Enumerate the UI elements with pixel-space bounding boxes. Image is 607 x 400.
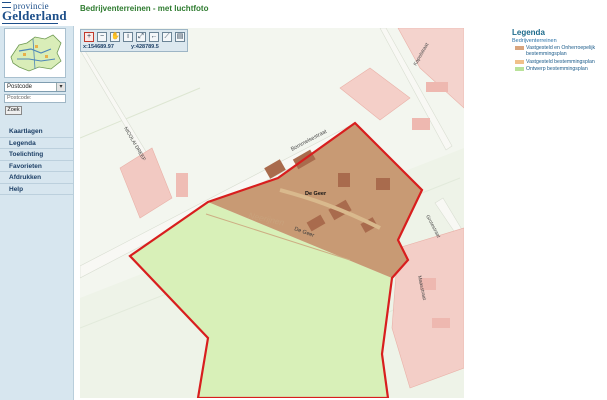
province-logo[interactable]: provincie Gelderland — [0, 0, 74, 26]
sidebar-nav: Kaartlagen Legenda Toelichting Favoriete… — [0, 126, 73, 195]
legend-item: Vastgesteld bestemmingsplan — [512, 59, 604, 65]
layers-icon[interactable]: ▤ — [175, 32, 185, 42]
map-canvas[interactable]: De Geer Neerijnen Bommelsestraat NICOLAI… — [80, 28, 464, 398]
info-icon[interactable]: i — [123, 32, 133, 42]
map-viewer[interactable]: De Geer Neerijnen Bommelsestraat NICOLAI… — [80, 28, 464, 398]
sidebar-item-toelichting[interactable]: Toelichting — [0, 149, 73, 161]
legend-item-label: Vastgesteld en Onherroepelijk bestemming… — [526, 45, 596, 58]
legend-item: Vastgesteld en Onherroepelijk bestemming… — [512, 45, 604, 58]
legend-group-title: Bedrijventerreinen — [512, 38, 557, 44]
postcode-input[interactable]: Postcode: — [4, 94, 66, 103]
legend-swatch — [515, 66, 524, 71]
legend-item-label: Ontwerp bestemmingsplan — [526, 65, 588, 72]
pan-hand-icon[interactable]: ✋ — [110, 32, 120, 42]
province-map-icon — [10, 34, 62, 72]
sidebar-item-afdrukken[interactable]: Afdrukken — [0, 172, 73, 184]
search-button[interactable]: Zoek — [5, 106, 22, 115]
full-extent-icon[interactable]: ⤢ — [136, 32, 146, 42]
page-title: Bedrijventerreinen - met luchtfoto — [80, 4, 209, 13]
legend-swatch — [515, 59, 524, 64]
x-coordinate: x:154689.97 — [83, 44, 114, 50]
sidebar-item-favorieten[interactable]: Favorieten — [0, 161, 73, 172]
logo-main-text: Gelderland — [2, 8, 67, 23]
measure-icon[interactable]: ⟋ — [162, 32, 172, 42]
logo-underline — [2, 23, 58, 24]
search-type-value: Postcode — [7, 84, 33, 90]
sidebar: provincie Gelderland Postcode ▾ Postcode… — [0, 0, 74, 400]
legend-item-label: Vastgesteld bestemmingsplan — [526, 58, 595, 65]
map-toolbar: + − ✋ i ⤢ ← ⟋ ▤ x:154689.97 y:428789.5 — [80, 29, 188, 52]
legend-title: Legenda — [512, 28, 545, 37]
y-coordinate: y:428789.5 — [131, 44, 159, 50]
chevron-down-icon[interactable]: ▾ — [56, 83, 65, 91]
sidebar-item-kaartlagen[interactable]: Kaartlagen — [0, 126, 73, 138]
sidebar-item-help[interactable]: Help — [0, 184, 73, 195]
zoom-out-icon[interactable]: − — [97, 32, 107, 42]
legend-item: Ontwerp bestemmingsplan — [512, 66, 604, 72]
search-type-select[interactable]: Postcode ▾ — [4, 82, 66, 92]
legend-panel: Legenda Bedrijventerreinen Vastgesteld e… — [512, 28, 604, 72]
sidebar-item-legenda[interactable]: Legenda — [0, 138, 73, 149]
previous-extent-icon[interactable]: ← — [149, 32, 159, 42]
province-overview-map[interactable] — [4, 28, 66, 78]
postcode-placeholder: Postcode: — [7, 95, 32, 101]
zoom-in-icon[interactable]: + — [84, 32, 94, 42]
map-area-label: De Geer — [305, 191, 327, 197]
legend-swatch — [515, 46, 524, 50]
